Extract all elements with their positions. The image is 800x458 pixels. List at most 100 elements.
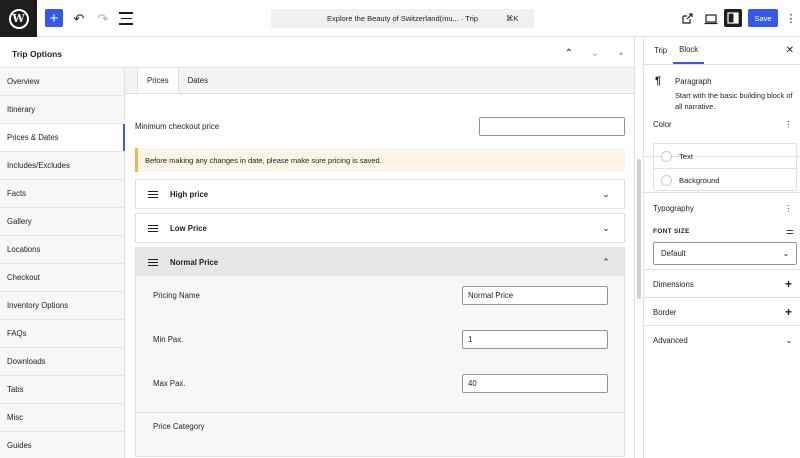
pricing-notice-text: Before making any changes in date, pleas… [145, 155, 382, 165]
pricing-name-label: Pricing Name [153, 291, 200, 300]
plus-icon[interactable]: + [785, 277, 792, 291]
nav-item-gallery[interactable]: Gallery [0, 208, 124, 236]
settings-sidebar: Trip Block ✕ ¶ Paragraph Start with the … [643, 37, 800, 458]
dimensions-panel[interactable]: Dimensions + [644, 270, 800, 298]
chevron-up-icon[interactable]: ⌃ [600, 257, 612, 268]
nav-item-guides[interactable]: Guides [0, 432, 124, 458]
typography-panel-header[interactable]: Typography ⋮ [644, 193, 800, 223]
font-size-settings-icon[interactable]: ⚌ [786, 226, 794, 237]
color-list: Text Background [653, 143, 797, 191]
plus-icon[interactable]: + [785, 305, 792, 319]
document-bar[interactable]: Explore the Beauty of Switzerland(mu... … [271, 9, 534, 28]
max-pax-label: Max Pax. [153, 379, 186, 388]
price-tabs: Prices Dates [125, 68, 634, 94]
nav-item-overview[interactable]: Overview [0, 68, 124, 96]
color-swatch-icon [661, 175, 672, 186]
nav-item-itinerary[interactable]: Itinerary [0, 96, 124, 124]
trip-options-content: Prices Dates Minimum checkout price Befo… [125, 68, 634, 458]
chevron-down-icon[interactable]: ⌄ [785, 336, 792, 345]
nav-item-prices-dates[interactable]: Prices & Dates [0, 124, 125, 152]
preview-desktop-icon[interactable] [704, 9, 718, 28]
price-category-label: Price Category [153, 422, 205, 431]
advanced-panel[interactable]: Advanced ⌄ [644, 326, 800, 354]
pricing-details: Pricing Name Normal Price Min Pax. 1 Max… [136, 276, 624, 456]
tab-prices[interactable]: Prices [137, 68, 179, 93]
max-pax-input[interactable]: 40 [462, 374, 608, 393]
minimum-checkout-row: Minimum checkout price [135, 116, 625, 136]
font-size-select[interactable]: Default ⌄ [653, 242, 797, 265]
nav-item-tabs[interactable]: Tabs [0, 376, 124, 404]
view-post-icon[interactable] [680, 9, 694, 28]
pricing-name: Normal Price [170, 257, 219, 267]
pricing-name-input[interactable]: Normal Price [462, 286, 608, 305]
nav-item-includes-excludes[interactable]: Includes/Excludes [0, 152, 124, 180]
color-item-label: Text [679, 151, 693, 161]
paragraph-icon: ¶ [655, 75, 662, 87]
document-title: Explore the Beauty of Switzerland(mu... … [327, 14, 478, 23]
list-view-icon[interactable] [118, 9, 134, 28]
nav-item-facts[interactable]: Facts [0, 180, 124, 208]
chevron-down-icon[interactable]: ⌄ [600, 223, 612, 234]
pricing-name-row: Pricing Name Normal Price [153, 286, 608, 305]
font-size-value: Default [661, 249, 686, 258]
editor-canvas: Trip Options ⌃ ⌄ ▲ Overview Itinerary Pr… [0, 37, 643, 458]
color-item-text[interactable]: Text [654, 144, 796, 168]
move-down-icon[interactable]: ⌄ [582, 48, 608, 59]
editor-scrollbar[interactable] [634, 37, 643, 458]
editor-toolbar: W + ↶ ↷ Explore the Beauty of Switzerlan… [0, 0, 800, 37]
border-panel-title: Border [653, 307, 677, 317]
typography-panel-title: Typography [653, 203, 694, 213]
command-shortcut: ⌘K [506, 14, 519, 23]
save-button[interactable]: Save [748, 9, 778, 27]
nav-item-faqs[interactable]: FAQs [0, 320, 124, 348]
wordpress-logo-button[interactable]: W [0, 0, 37, 37]
pricing-notice: Before making any changes in date, pleas… [135, 148, 625, 172]
tab-dates[interactable]: Dates [179, 68, 217, 93]
nav-item-misc[interactable]: Misc [0, 404, 124, 432]
pricing-item-high[interactable]: High price ⌄ [135, 179, 625, 209]
chevron-down-icon[interactable]: ⌄ [600, 189, 612, 200]
typography-options-icon[interactable]: ⋮ [784, 204, 792, 213]
pricing-item-low[interactable]: Low Price ⌄ [135, 213, 625, 243]
color-swatch-icon [661, 150, 672, 162]
color-item-background[interactable]: Background [654, 168, 796, 192]
drag-handle-icon[interactable] [148, 223, 158, 234]
nav-item-downloads[interactable]: Downloads [0, 348, 124, 376]
trip-options-header: Trip Options ⌃ ⌄ ▲ [0, 40, 634, 68]
color-item-label: Background [679, 176, 720, 185]
pricing-item-normal[interactable]: Normal Price ⌃ Pricing Name Normal Price… [135, 247, 625, 457]
tab-trip[interactable]: Trip [648, 37, 673, 64]
min-pax-input[interactable]: 1 [462, 330, 608, 349]
trip-options-nav: Overview Itinerary Prices & Dates Includ… [0, 68, 125, 458]
undo-icon[interactable]: ↶ [70, 9, 88, 28]
max-pax-row: Max Pax. 40 [153, 374, 608, 393]
settings-sidebar-icon[interactable] [724, 9, 742, 27]
nav-item-locations[interactable]: Locations [0, 236, 124, 264]
sidebar-tabs: Trip Block ✕ [644, 37, 800, 65]
close-icon[interactable]: ✕ [786, 37, 794, 64]
border-panel[interactable]: Border + [644, 298, 800, 326]
color-options-icon[interactable]: ⋮ [784, 120, 792, 129]
font-size-label: FONT SIZE [653, 228, 690, 235]
nav-item-inventory-options[interactable]: Inventory Options [0, 292, 124, 320]
color-panel-header[interactable]: Color ⋮ [644, 109, 800, 139]
scrollbar-thumb[interactable] [637, 159, 641, 299]
tab-block[interactable]: Block [673, 37, 705, 64]
redo-icon[interactable]: ↷ [94, 9, 112, 28]
dimensions-panel-title: Dimensions [653, 279, 694, 289]
nav-item-checkout[interactable]: Checkout [0, 264, 124, 292]
drag-handle-icon[interactable] [148, 257, 158, 268]
toggle-panel-icon[interactable]: ▲ [608, 51, 634, 57]
advanced-panel-title: Advanced [653, 335, 688, 345]
add-block-button[interactable]: + [45, 9, 63, 27]
minimum-checkout-label: Minimum checkout price [135, 121, 220, 131]
options-menu-icon[interactable]: ⋮ [786, 9, 797, 28]
move-up-icon[interactable]: ⌃ [556, 48, 582, 59]
divider [136, 412, 624, 413]
pricing-name: Low Price [170, 223, 207, 233]
minimum-checkout-input[interactable] [479, 116, 625, 136]
color-panel-title: Color [653, 119, 672, 129]
wordpress-icon: W [8, 8, 29, 29]
drag-handle-icon[interactable] [148, 189, 158, 200]
min-pax-row: Min Pax. 1 [153, 330, 608, 349]
